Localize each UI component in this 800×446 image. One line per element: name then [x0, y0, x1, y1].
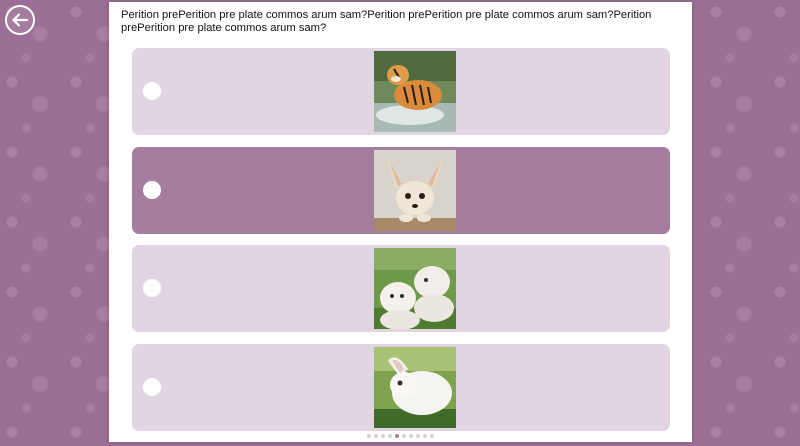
radio-button[interactable]	[143, 82, 161, 100]
page-dot[interactable]	[395, 434, 399, 438]
question-panel: Perition prePerition pre plate commos ar…	[109, 2, 692, 442]
radio-button[interactable]	[143, 181, 161, 199]
page-dot[interactable]	[381, 434, 385, 438]
answer-option-4[interactable]	[132, 344, 670, 431]
arrow-left-icon	[12, 13, 29, 27]
answer-option-2[interactable]	[132, 147, 670, 234]
radio-button[interactable]	[143, 279, 161, 297]
page-dot[interactable]	[430, 434, 434, 438]
question-text: Perition prePerition pre plate commos ar…	[121, 9, 652, 34]
pagination-dots	[109, 434, 692, 438]
page-dot[interactable]	[367, 434, 371, 438]
white-rabbit-photo	[374, 347, 456, 428]
page-dot[interactable]	[423, 434, 427, 438]
fennec-fox-photo	[374, 150, 456, 231]
page-dot[interactable]	[416, 434, 420, 438]
page-dot[interactable]	[374, 434, 378, 438]
page-dot[interactable]	[402, 434, 406, 438]
white-lion-cubs-photo	[374, 248, 456, 329]
back-button[interactable]	[5, 5, 35, 35]
page-dot[interactable]	[409, 434, 413, 438]
radio-button[interactable]	[143, 378, 161, 396]
tiger-photo	[374, 51, 456, 132]
answer-option-1[interactable]	[132, 48, 670, 135]
page-dot[interactable]	[388, 434, 392, 438]
answer-option-3[interactable]	[132, 245, 670, 332]
